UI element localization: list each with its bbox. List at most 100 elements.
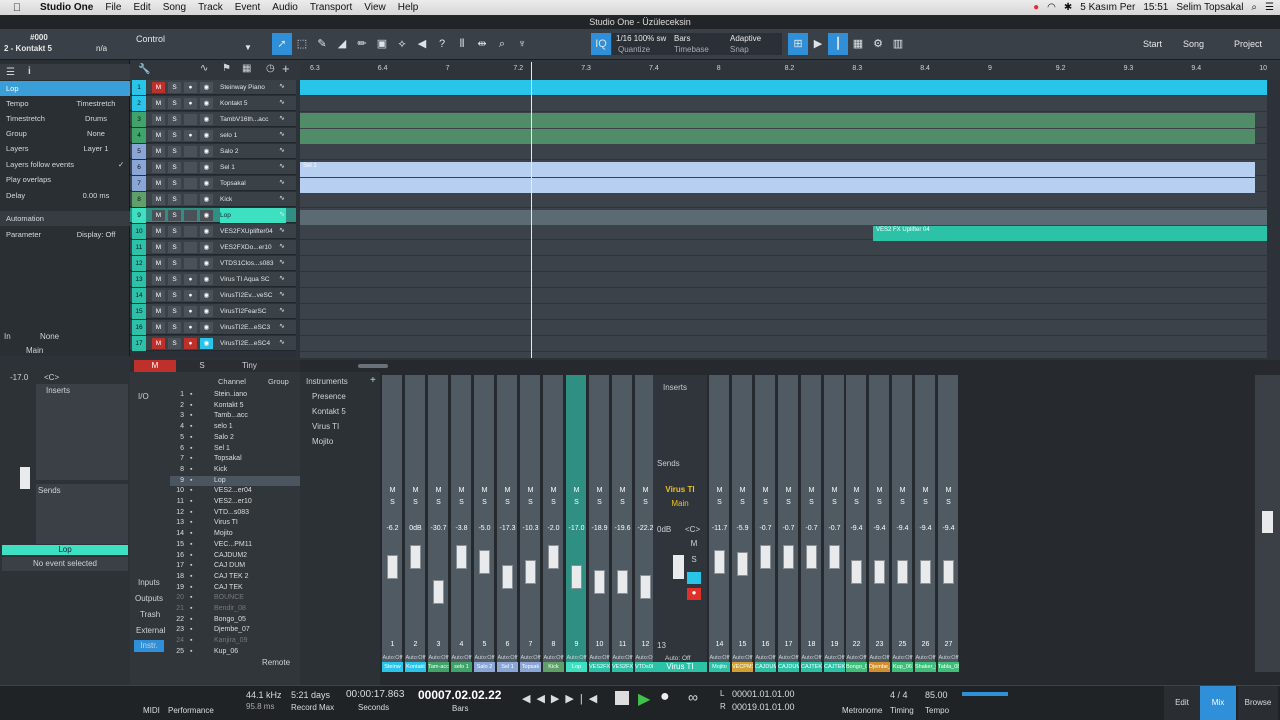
add-instrument-icon[interactable]: + [370,375,376,386]
range-tool-icon[interactable]: ⬚ [292,33,312,55]
track-lane[interactable] [300,192,1267,208]
topsakal-clip[interactable] [300,178,1255,193]
visible-icon[interactable]: ▪ [190,433,192,444]
visible-icon[interactable]: ▪ [190,486,192,497]
solo-button[interactable]: S [168,322,181,333]
delay-value[interactable]: 0.00 ms [70,188,122,203]
instrument-item[interactable]: Presence [312,392,346,401]
visible-icon[interactable]: ▪ [190,476,192,487]
sel-clip[interactable]: Sel 1 [300,162,1255,177]
mute-button[interactable]: M [152,322,165,333]
strip-mute[interactable]: M [612,487,633,494]
time-bars[interactable]: 00007.02.02.22 [418,688,501,702]
strip-mute[interactable]: M [497,487,518,494]
time-signature[interactable]: 4 / 4 [890,690,908,700]
record-button[interactable]: ● [184,130,197,141]
inserts-panel[interactable]: Inserts [36,384,128,480]
strip-auto[interactable]: Auto:Off [778,655,799,661]
strip-auto[interactable]: Auto:Off [589,655,610,661]
visible-icon[interactable]: ▪ [190,636,192,647]
strip-auto[interactable]: Auto:Off [755,655,776,661]
piano-clip[interactable] [300,80,1267,95]
track-name[interactable]: TambV16th...acc [220,112,286,127]
strip-solo[interactable]: S [474,499,495,506]
strip-mute[interactable]: M [589,487,610,494]
quantize-select[interactable]: 1/16 100% sw [616,34,666,43]
strip-auto[interactable]: Auto:Off [612,655,633,661]
record-button[interactable] [184,226,197,237]
strip-solo[interactable]: S [709,499,730,506]
strip-fader[interactable] [737,552,748,576]
strip-mute[interactable]: M [846,487,867,494]
monitor-button[interactable]: ◉ [200,322,213,333]
strip-auto[interactable]: Auto:Off [497,655,518,661]
strip-solo[interactable]: S [938,499,959,506]
track-name[interactable]: Steinway Piano [220,80,286,95]
record-button[interactable] [184,162,197,173]
strip-mute[interactable]: M [915,487,936,494]
inputs-button[interactable]: Inputs [138,578,160,587]
strip-fader[interactable] [502,565,513,589]
help-icon[interactable]: ? [432,33,452,55]
record-button[interactable] [184,178,197,189]
grid-view-icon[interactable]: ▦ [848,33,868,55]
track-header[interactable]: 6 M S ◉ Sel 1 ∿ [130,160,296,175]
monitor-button[interactable]: ◉ [200,258,213,269]
clock-label[interactable]: 15:51 [1143,2,1168,13]
record-button[interactable]: ● [184,82,197,93]
loop-start[interactable]: 00001.01.01.00 [732,689,795,699]
track-header[interactable]: 5 M S ◉ Salo 2 ∿ [130,144,296,159]
save-icon[interactable]: ▥ [888,33,908,55]
visible-icon[interactable]: ▪ [190,615,192,626]
listen-tool-icon[interactable]: ◀ [412,33,432,55]
play-icon[interactable]: ▶ [638,689,650,709]
solo-button[interactable]: S [168,338,181,349]
visible-icon[interactable]: ▪ [190,411,192,422]
strip-mute[interactable]: M [451,487,472,494]
visible-icon[interactable]: ▪ [190,465,192,476]
strip-mute[interactable]: M [732,487,753,494]
virus-mute[interactable]: M [687,539,701,551]
bend-tool-icon[interactable]: ⟡ [392,33,412,55]
visible-icon[interactable]: ▪ [190,551,192,562]
track-name[interactable]: Lop [220,208,286,223]
track-name[interactable]: Sel 1 [220,160,286,175]
display-select[interactable]: Display: Off [70,227,122,242]
monitor-button[interactable]: ◉ [200,274,213,285]
strip-fader[interactable] [525,560,536,584]
strip-fader[interactable] [760,545,771,569]
virus-auto[interactable]: Auto: Off [665,655,691,662]
tempo-value[interactable]: 85.00 [925,690,948,700]
record-button[interactable] [184,258,197,269]
monitor-button[interactable]: ◉ [200,178,213,189]
monitor-button[interactable]: ◉ [200,130,213,141]
strip-mute[interactable]: M [709,487,730,494]
track-header[interactable]: 3 M S ◉ TambV16th...acc ∿ [130,112,296,127]
apple-icon[interactable]:  [0,2,34,14]
strip-solo[interactable]: S [589,499,610,506]
return-zero-icon[interactable]: |◀ [580,693,603,705]
browse-button[interactable]: Browse [1238,686,1278,720]
visible-icon[interactable]: ▪ [190,572,192,583]
strip-mute[interactable]: M [543,487,564,494]
instr-button[interactable]: Instr. [134,640,164,652]
visible-icon[interactable]: ▪ [190,647,192,658]
inspector-track-name[interactable]: Lop [0,81,130,96]
settings-icon[interactable]: ⚙ [868,33,888,55]
mute-all-button[interactable]: M [134,360,176,372]
menu-transport[interactable]: Transport [304,2,358,13]
mute-button[interactable]: M [152,82,165,93]
track-lane[interactable] [300,304,1267,320]
play-overlaps-checkbox[interactable]: Play overlaps [0,172,130,187]
track-name[interactable]: Salo 2 [220,144,286,159]
strip-auto[interactable]: Auto:Off [846,655,867,661]
track-name[interactable]: VirusTI2E...eSC4 [220,336,286,351]
visible-icon[interactable]: ▪ [190,422,192,433]
project-button[interactable]: Project [1234,39,1262,49]
start-button[interactable]: Start [1143,39,1162,49]
mute-button[interactable]: M [152,162,165,173]
search-icon[interactable]: ⌕ [1251,2,1257,13]
track-header[interactable]: 4 M S ● ◉ selo 1 ∿ [130,128,296,143]
virus-output[interactable]: Main [653,499,707,508]
track-header[interactable]: 13 M S ● ◉ Virus TI Aqua SC ∿ [130,272,296,287]
